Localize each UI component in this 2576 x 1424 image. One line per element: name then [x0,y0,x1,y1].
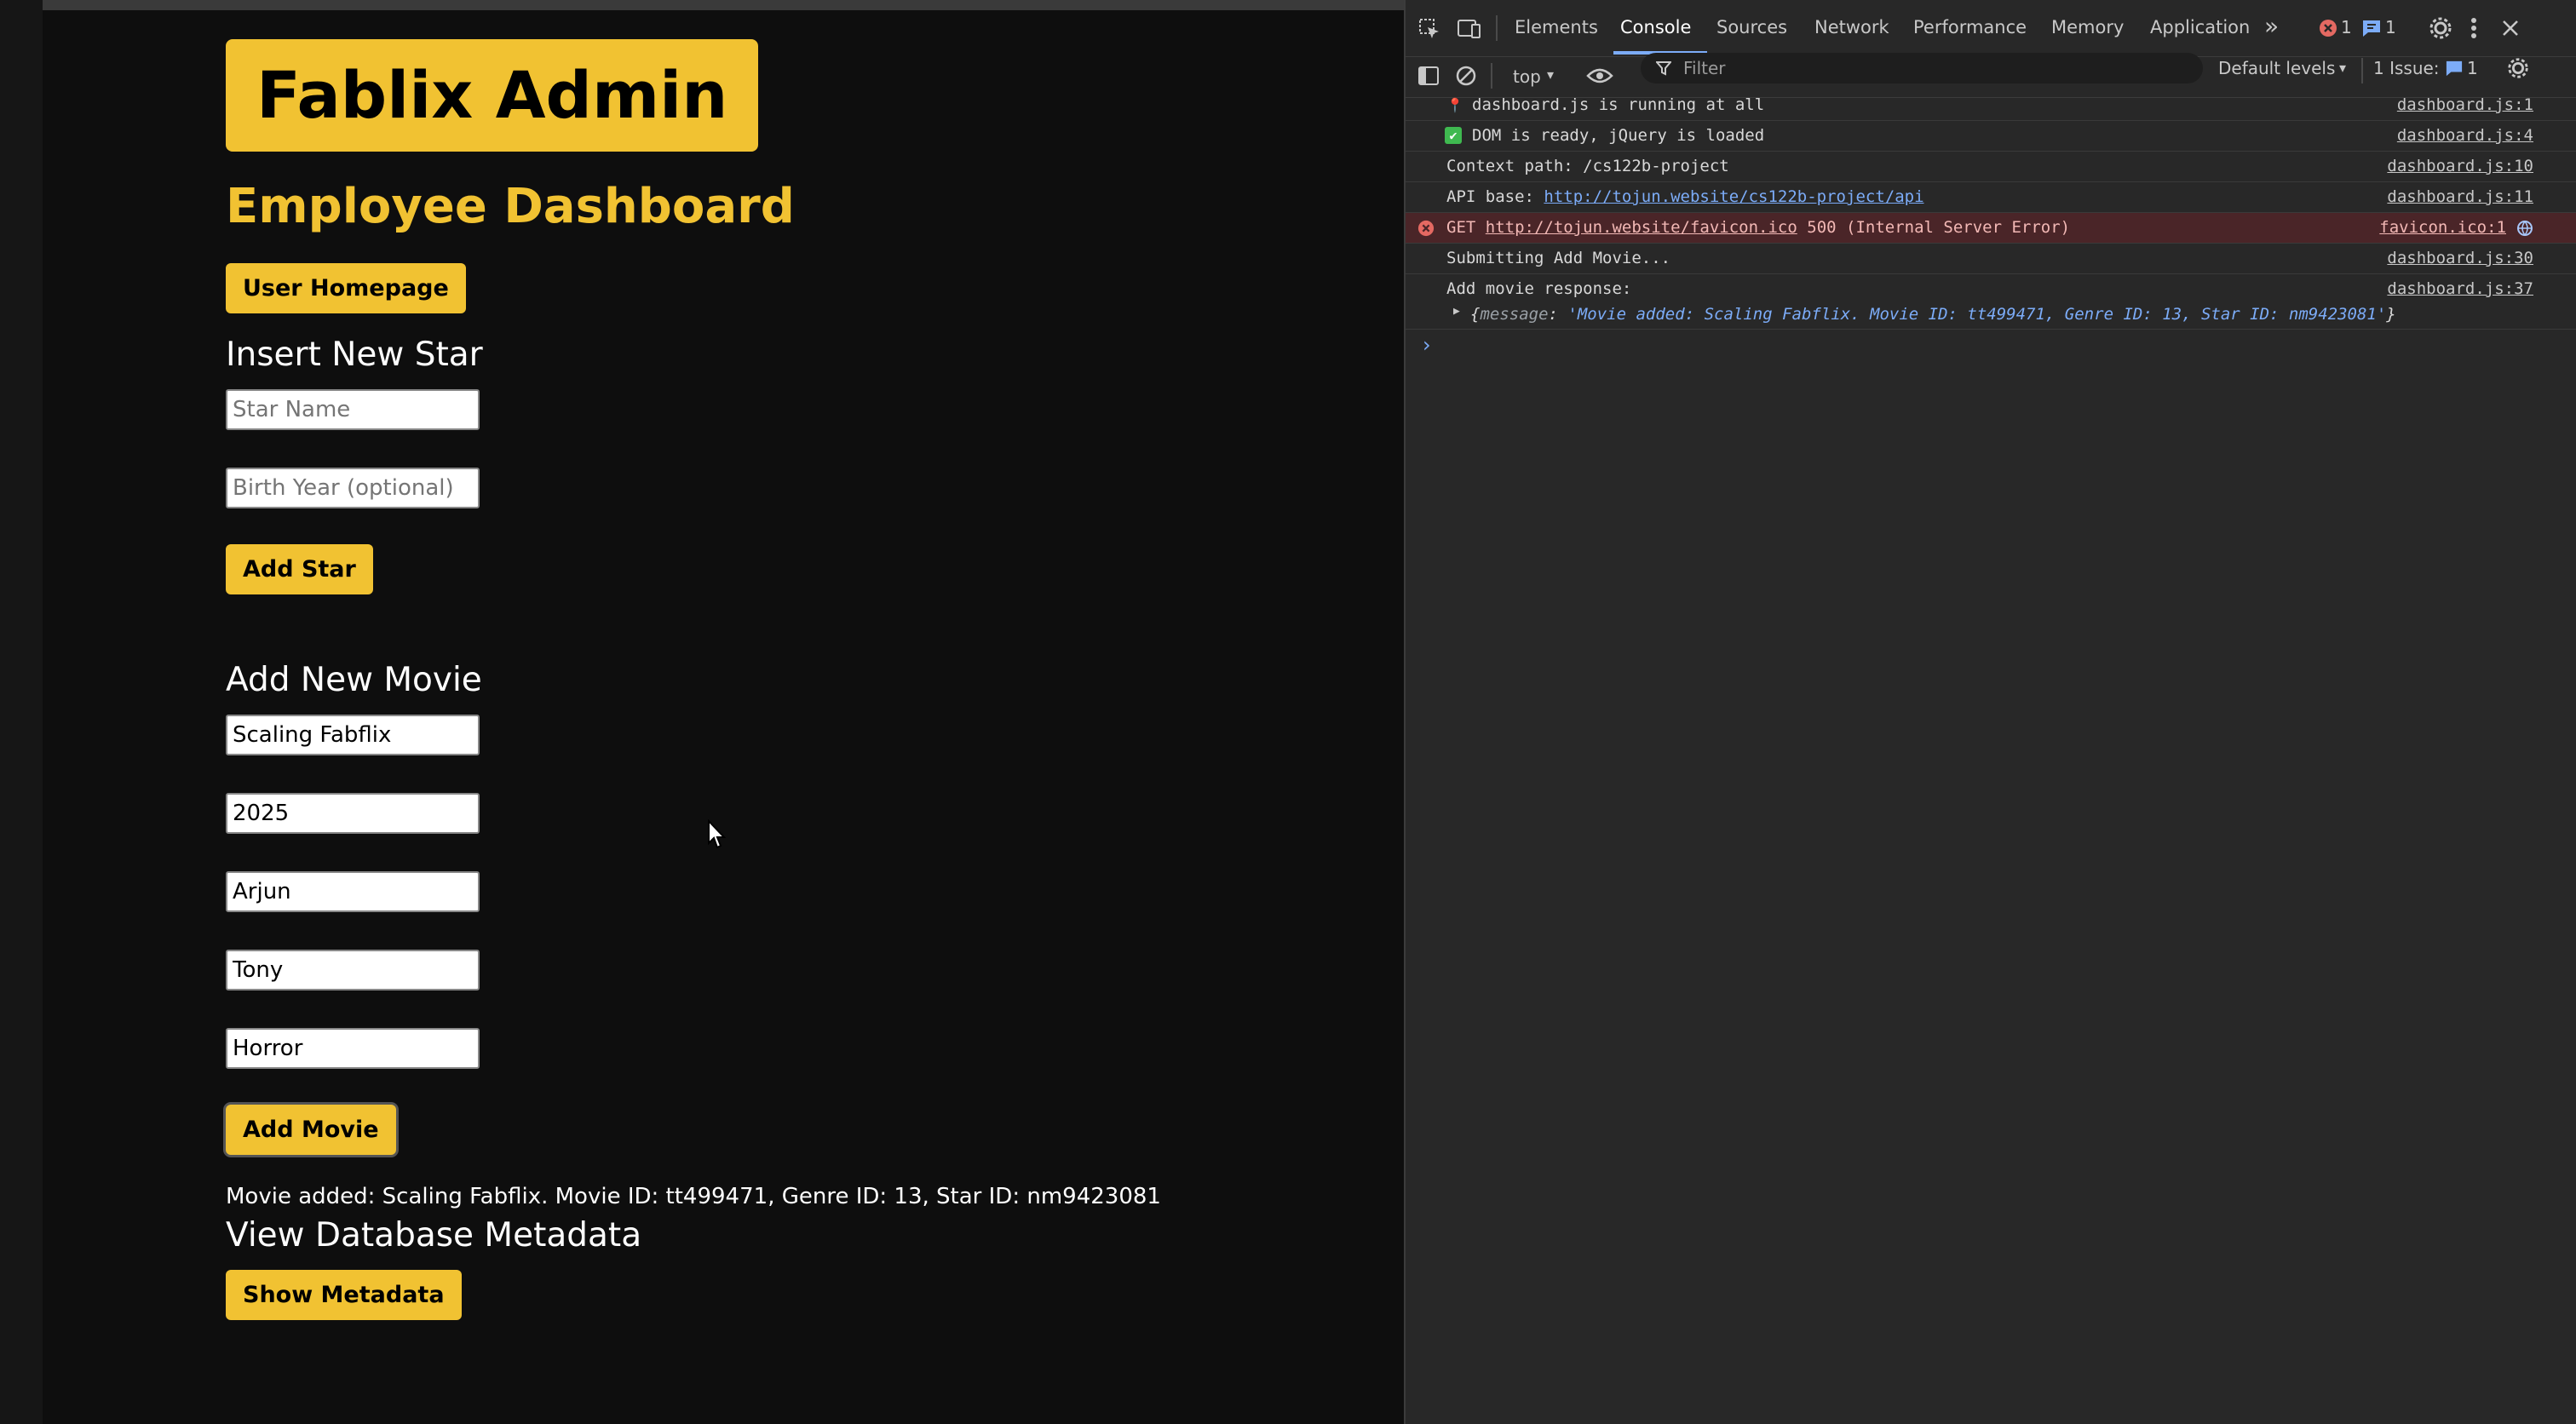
response-object-preview[interactable]: {message: 'Movie added: Scaling Fabflix.… [1470,305,2396,324]
tab-sources[interactable]: Sources [1716,17,1787,37]
devtools-panel: Elements Console Sources Network Perform… [1404,0,2576,1424]
device-toolbar-icon[interactable] [1457,17,1482,41]
tab-elements[interactable]: Elements [1515,17,1598,37]
console-text: Submitting Add Movie... [1446,249,1671,267]
object-key: message [1480,305,1549,324]
console-text: DOM is ready, jQuery is loaded [1472,126,1765,145]
expand-triangle-icon[interactable]: ▶ [1453,305,1460,318]
api-base-link[interactable]: http://tojun.website/cs122b-project/api [1544,187,1923,206]
error-icon [1417,220,1435,237]
filter-placeholder: Filter [1683,58,1726,78]
tab-console[interactable]: Console [1620,17,1691,37]
issues-count[interactable]: 1 [2467,58,2478,78]
console-text: API base: http://tojun.website/cs122b-pr… [1446,187,1924,206]
console-row: Context path: /cs122b-project dashboard.… [1406,152,2576,182]
more-options-icon[interactable] [2469,15,2479,41]
settings-gear-icon[interactable] [2428,15,2453,41]
birth-year-input[interactable] [226,468,480,509]
movie-director-input[interactable] [226,871,480,913]
page-top-strip [43,0,1404,10]
insert-star-heading: Insert New Star [226,336,483,375]
tab-memory[interactable]: Memory [2051,17,2124,37]
console-source-link[interactable]: dashboard.js:11 [2387,187,2533,206]
fablix-admin-logo: Fablix Admin [226,39,759,152]
console-text-suffix: 500 (Internal Server Error) [1797,218,2071,237]
metadata-heading: View Database Metadata [226,1216,642,1255]
console-text-prefix: GET [1446,218,1486,237]
sidebar-toggle-icon[interactable] [1417,65,1440,87]
devtools-tabbar: Elements Console Sources Network Perform… [1406,0,2576,57]
checkmark-emoji-icon: ✔ [1445,127,1462,144]
log-levels-dropdown[interactable]: Default levels [2218,58,2335,78]
tab-performance[interactable]: Performance [1913,17,2027,37]
console-error-row: GET http://tojun.website/favicon.ico 500… [1406,213,2576,244]
context-dropdown-icon[interactable]: ▾ [1547,66,1554,83]
movie-year-input[interactable] [226,793,480,835]
movie-star-input[interactable] [226,950,480,991]
user-homepage-button[interactable]: User Homepage [226,263,466,314]
add-star-button[interactable]: Add Star [226,544,373,595]
movie-genre-input[interactable] [226,1028,480,1070]
pushpin-emoji-icon: 📍 [1446,97,1463,113]
console-row: Submitting Add Movie... dashboard.js:30 [1406,244,2576,274]
console-source-link[interactable]: favicon.ico:1 [2379,218,2506,237]
error-count[interactable]: 1 [2341,17,2352,37]
context-selector[interactable]: top [1513,66,1541,87]
console-settings-gear-icon[interactable] [2506,56,2530,80]
console-text: Add movie response: [1446,279,1632,298]
tab-application[interactable]: Application [2150,17,2250,37]
console-text: GET http://tojun.website/favicon.ico 500… [1446,218,2070,237]
info-count[interactable]: 1 [2385,17,2396,37]
tab-network[interactable]: Network [1814,17,1889,37]
star-name-input[interactable] [226,389,480,431]
console-text: dashboard.js is running at all [1472,95,1765,114]
error-count-icon[interactable] [2319,19,2337,37]
web-page: Fablix Admin Employee Dashboard User Hom… [43,0,1404,1424]
console-source-link[interactable]: dashboard.js:10 [2387,157,2533,175]
log-levels-chevron-icon[interactable]: ▾ [2339,60,2346,76]
filter-funnel-icon [1656,61,1671,76]
add-movie-heading: Add New Movie [226,661,482,700]
issues-label[interactable]: 1 Issue: [2373,58,2440,78]
console-prompt-icon: › [1423,333,1431,357]
console-text-prefix: API base: [1446,187,1544,206]
console-row: ✔ DOM is ready, jQuery is loaded dashboa… [1406,121,2576,152]
console-source-link[interactable]: dashboard.js:37 [2387,279,2533,298]
more-tabs-icon[interactable]: » [2264,12,2279,40]
inspect-element-icon[interactable] [1417,17,1441,41]
console-filter-input[interactable]: Filter [1641,53,2203,83]
console-row: Add movie response: dashboard.js:37 ▶ {m… [1406,274,2576,330]
console-prompt-row[interactable]: › [1406,330,2576,364]
console-source-link[interactable]: dashboard.js:4 [2397,126,2533,145]
live-expression-eye-icon[interactable] [1586,66,1613,85]
page-title: Employee Dashboard [226,178,795,234]
close-devtools-icon[interactable] [2501,19,2520,37]
console-text: Context path: /cs122b-project [1446,157,1729,175]
console-messages: 📍 dashboard.js is running at all dashboa… [1406,90,2576,364]
dashboard-content: Fablix Admin Employee Dashboard User Hom… [226,39,1333,1321]
network-globe-icon[interactable] [2516,220,2533,237]
add-movie-button[interactable]: Add Movie [226,1105,396,1156]
info-message-icon[interactable] [2361,19,2382,37]
console-row: 📍 dashboard.js is running at all dashboa… [1406,90,2576,121]
show-metadata-button[interactable]: Show Metadata [226,1270,462,1321]
console-row: API base: http://tojun.website/cs122b-pr… [1406,182,2576,213]
console-source-link[interactable]: dashboard.js:1 [2397,95,2533,114]
object-value: 'Movie added: Scaling Fabflix. Movie ID:… [1567,305,2387,324]
clear-console-icon[interactable] [1455,65,1477,87]
favicon-link[interactable]: http://tojun.website/favicon.ico [1486,218,1797,237]
console-source-link[interactable]: dashboard.js:30 [2387,249,2533,267]
mouse-cursor-icon [708,819,726,849]
add-movie-result-message: Movie added: Scaling Fabflix. Movie ID: … [226,1184,1161,1210]
issues-message-icon[interactable] [2445,60,2464,77]
movie-title-input[interactable] [226,715,480,756]
